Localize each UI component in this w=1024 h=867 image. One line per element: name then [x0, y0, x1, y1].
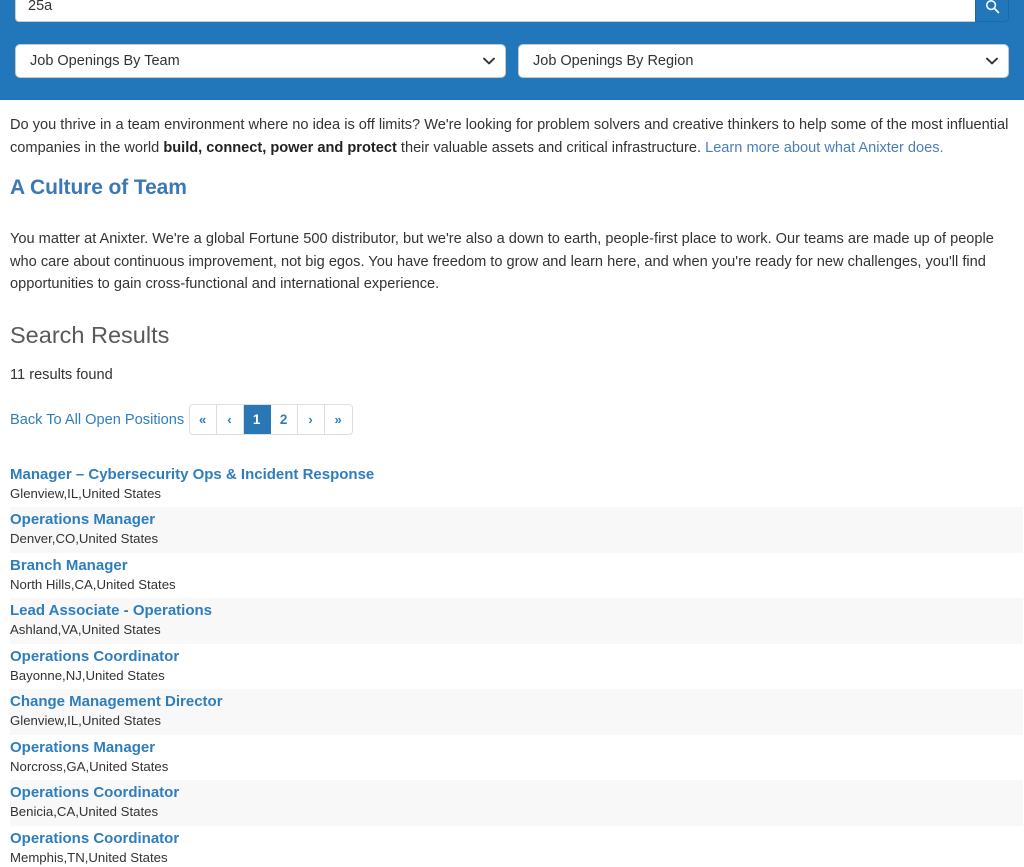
intro-paragraph: Do you thrive in a team environment wher… — [10, 114, 1010, 159]
pagination: « ‹ 1 2 › » — [188, 403, 353, 435]
pagination-next[interactable]: › — [297, 404, 325, 434]
table-row[interactable]: Operations Manager Norcross,GA,United St… — [10, 734, 1023, 780]
team-filter-select[interactable]: Job Openings By Team — [15, 44, 506, 78]
job-title-link[interactable]: Operations Coordinator — [10, 783, 1023, 802]
job-title-link[interactable]: Operations Coordinator — [10, 829, 1023, 848]
job-location: Norcross,GA,United States — [10, 758, 169, 774]
job-results-list: Manager – Cybersecurity Ops & Incident R… — [10, 461, 1023, 867]
job-location: Denver,CO,United States — [10, 531, 159, 546]
job-title-link[interactable]: Change Management Director — [10, 692, 1023, 711]
job-title-link[interactable]: Operations Manager — [10, 510, 1023, 529]
table-row[interactable]: Lead Associate - Operations Ashland,VA,U… — [10, 598, 1023, 644]
job-title-link[interactable]: Branch Manager — [10, 556, 1023, 575]
job-location: Benicia,CA,United States — [10, 804, 159, 819]
pagination-prev[interactable]: ‹ — [216, 404, 244, 434]
job-location: Ashland,VA,United States — [10, 622, 161, 637]
search-button[interactable] — [975, 0, 1009, 22]
table-row[interactable]: Change Management Director Glenview,IL,U… — [10, 689, 1023, 735]
table-row[interactable]: Manager – Cybersecurity Ops & Incident R… — [10, 461, 1023, 507]
pagination-page-2[interactable]: 2 — [270, 404, 298, 434]
culture-heading: A Culture of Team — [10, 176, 187, 199]
learn-more-link[interactable]: Learn more about what Anixter does. — [705, 140, 944, 156]
region-filter-wrap: Job Openings By Region — [518, 44, 1009, 78]
culture-paragraph: You matter at Anixter. We're a global Fo… — [10, 231, 994, 292]
results-count: 11 results found — [10, 366, 113, 383]
job-location: Bayonne,NJ,United States — [10, 667, 165, 683]
job-location: Glenview,IL,United States — [10, 485, 162, 501]
job-title-link[interactable]: Manager – Cybersecurity Ops & Incident R… — [10, 465, 1023, 484]
job-title-link[interactable]: Lead Associate - Operations — [10, 601, 1023, 620]
intro-bold-phrase: build, connect, power and protect — [163, 139, 397, 156]
filters-row: Job Openings By Team Job Openings By Reg… — [15, 44, 1009, 78]
table-row[interactable]: Operations Coordinator Benicia,CA,United… — [10, 780, 1023, 826]
table-row[interactable]: Operations Coordinator Bayonne,NJ,United… — [10, 643, 1023, 689]
table-row[interactable]: Operations Manager Denver,CO,United Stat… — [10, 507, 1023, 553]
main-content: Do you thrive in a team environment wher… — [0, 114, 1024, 867]
search-row — [15, 0, 1009, 32]
job-title-link[interactable]: Operations Manager — [10, 738, 1023, 757]
table-row[interactable]: Branch Manager North Hills,CA,United Sta… — [10, 552, 1023, 598]
back-to-all-positions-link[interactable]: Back To All Open Positions — [10, 412, 184, 428]
pagination-first[interactable]: « — [189, 404, 217, 434]
job-title-link[interactable]: Operations Coordinator — [10, 647, 1023, 666]
search-input[interactable] — [15, 0, 975, 22]
region-filter-select[interactable]: Job Openings By Region — [518, 44, 1009, 78]
search-icon — [985, 0, 1000, 14]
job-search-bar: Job Openings By Team Job Openings By Reg… — [0, 0, 1024, 100]
intro-text-part2: their valuable assets and critical infra… — [396, 139, 706, 156]
job-location: Memphis,TN,United States — [10, 849, 168, 865]
job-location: Glenview,IL,United States — [10, 713, 162, 728]
team-filter-wrap: Job Openings By Team — [15, 44, 506, 78]
pagination-page-1[interactable]: 1 — [243, 404, 271, 434]
job-location: North Hills,CA,United States — [10, 576, 176, 592]
pagination-last[interactable]: » — [324, 404, 352, 434]
table-row[interactable]: Operations Coordinator Memphis,TN,United… — [10, 825, 1023, 867]
search-results-heading: Search Results — [10, 321, 170, 348]
